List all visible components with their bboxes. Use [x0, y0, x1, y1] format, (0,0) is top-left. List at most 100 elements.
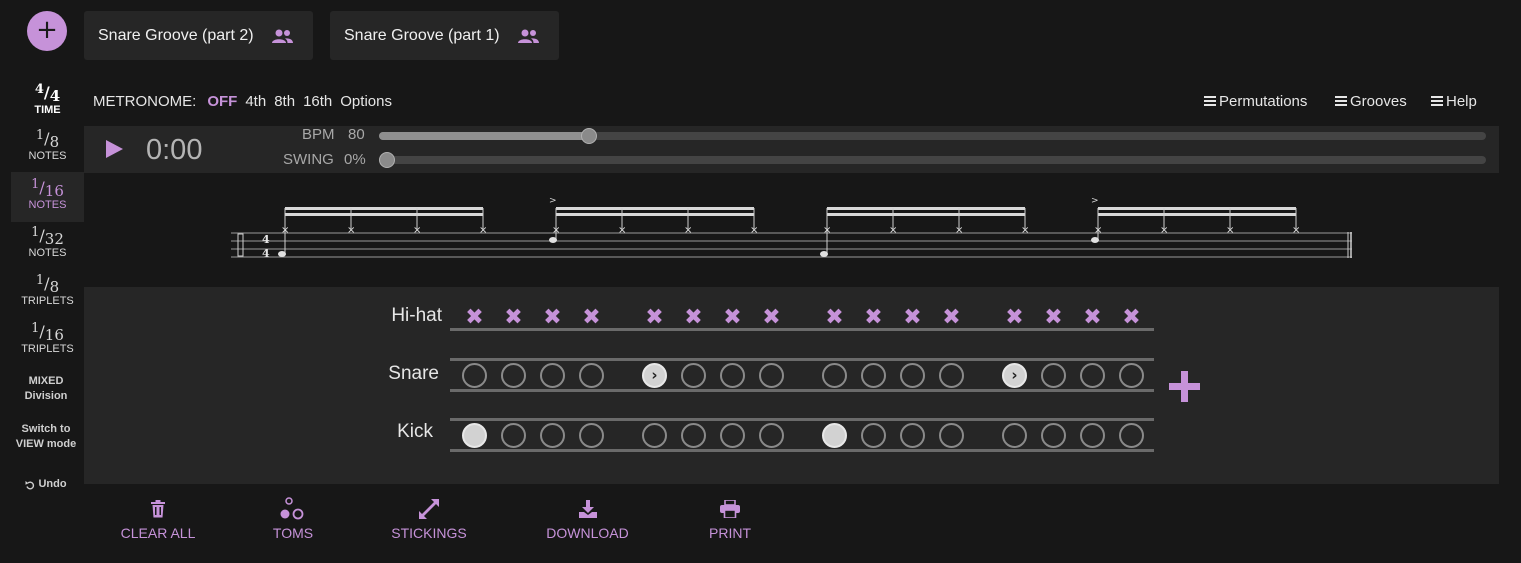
hihat-note-x: × [618, 225, 626, 236]
help-label: Help [1446, 92, 1477, 110]
hihat-x-icon[interactable]: ✖ [462, 305, 487, 330]
mixed-division-button[interactable]: MIXED Division [6, 374, 86, 404]
sixteenth-triplets-button[interactable]: 1/16 TRIPLETS [11, 321, 84, 363]
snare-label[interactable]: Snare [339, 363, 439, 385]
snare-cell[interactable] [822, 363, 847, 388]
kick-cell[interactable] [1080, 423, 1105, 448]
print-button[interactable]: PRINT [705, 497, 755, 541]
kick-cell[interactable] [501, 423, 526, 448]
metronome-16th-button[interactable]: 16th [303, 93, 332, 110]
kick-cell[interactable] [462, 423, 487, 448]
time-sig-bottom: 4 [262, 247, 270, 260]
hihat-x-icon[interactable]: ✖ [939, 305, 964, 330]
division-label: NOTES [28, 199, 67, 211]
groove-tab-label: Snare Groove (part 1) [344, 26, 500, 44]
kick-cell[interactable] [720, 423, 745, 448]
hihat-note-x: × [281, 225, 289, 236]
metronome-off-button[interactable]: OFF [207, 93, 237, 110]
swing-slider[interactable] [379, 156, 1486, 164]
undo-button[interactable]: Undo [6, 477, 86, 492]
clear-all-button[interactable]: CLEAR ALL [118, 497, 198, 541]
accent-icon[interactable]: › [642, 363, 667, 388]
toms-button[interactable]: TOMS [263, 497, 323, 541]
kick-cell[interactable] [822, 423, 847, 448]
hihat-x-icon[interactable]: ✖ [681, 305, 706, 330]
kick-cell[interactable] [861, 423, 886, 448]
hihat-x-icon[interactable]: ✖ [501, 305, 526, 330]
toms-label: TOMS [272, 525, 314, 541]
kick-cell[interactable] [900, 423, 925, 448]
stickings-button[interactable]: STICKINGS [388, 497, 470, 541]
toms-icon [280, 497, 304, 520]
swing-slider-thumb[interactable] [379, 152, 395, 168]
snare-cell[interactable] [462, 363, 487, 388]
sixteenth-notes-button[interactable]: 1/16 NOTES [11, 172, 84, 222]
snare-cell[interactable] [900, 363, 925, 388]
hihat-x-icon[interactable]: ✖ [540, 305, 565, 330]
kick-cell[interactable] [759, 423, 784, 448]
hihat-x-icon[interactable]: ✖ [1080, 305, 1105, 330]
swing-label: SWING [283, 151, 334, 168]
snare-cell[interactable] [1041, 363, 1066, 388]
beam [556, 207, 754, 210]
eighth-triplets-button[interactable]: 1/8 TRIPLETS [11, 273, 84, 315]
groove-tab-part-1[interactable]: Snare Groove (part 1) [330, 11, 559, 60]
people-icon [517, 29, 539, 43]
hihat-x-icon[interactable]: ✖ [861, 305, 886, 330]
snare-cell[interactable] [501, 363, 526, 388]
hihat-x-icon[interactable]: ✖ [900, 305, 925, 330]
hihat-x-icon[interactable]: ✖ [642, 305, 667, 330]
metronome-8th-button[interactable]: 8th [274, 93, 295, 110]
frac-num: 1 [35, 128, 45, 143]
kick-label[interactable]: Kick [333, 421, 433, 443]
groove-editor-panel [84, 287, 1499, 484]
snare-cell[interactable] [1119, 363, 1144, 388]
kick-cell[interactable] [540, 423, 565, 448]
eighth-notes-button[interactable]: 1/8 NOTES [11, 128, 84, 170]
snare-cell[interactable] [720, 363, 745, 388]
hihat-x-icon[interactable]: ✖ [579, 305, 604, 330]
add-groove-button[interactable]: + [27, 11, 67, 51]
thirty-second-notes-button[interactable]: 1/32 NOTES [11, 225, 84, 267]
kick-cell[interactable] [642, 423, 667, 448]
grooves-menu[interactable]: Grooves [1335, 91, 1407, 111]
snare-cell[interactable] [540, 363, 565, 388]
kick-cell[interactable] [1119, 423, 1144, 448]
hihat-x-icon[interactable]: ✖ [1002, 305, 1027, 330]
help-menu[interactable]: Help [1431, 91, 1477, 111]
frac-den: 8 [49, 278, 60, 296]
metronome-4th-button[interactable]: 4th [245, 93, 266, 110]
download-button[interactable]: DOWNLOAD [540, 497, 635, 541]
accent-icon[interactable]: › [1002, 363, 1027, 388]
kick-cell[interactable] [1002, 423, 1027, 448]
snare-cell[interactable] [579, 363, 604, 388]
hihat-x-icon[interactable]: ✖ [1041, 305, 1066, 330]
play-icon[interactable] [106, 140, 123, 158]
switch-view-mode-button[interactable]: Switch to VIEW mode [6, 422, 86, 452]
kick-cell[interactable] [681, 423, 706, 448]
groove-tab-part-2[interactable]: Snare Groove (part 2) [84, 11, 313, 60]
snare-cell[interactable] [939, 363, 964, 388]
snare-cell[interactable] [1080, 363, 1105, 388]
hihat-x-icon[interactable]: ✖ [822, 305, 847, 330]
hihat-x-icon[interactable]: ✖ [759, 305, 784, 330]
kick-cell[interactable] [939, 423, 964, 448]
hihat-note-x: × [552, 225, 560, 236]
hihat-x-icon[interactable]: ✖ [720, 305, 745, 330]
permutations-menu[interactable]: Permutations [1204, 91, 1307, 111]
beam [827, 207, 1025, 210]
kick-cell[interactable] [1041, 423, 1066, 448]
hihat-note-x: × [1094, 225, 1102, 236]
metronome-controls: METRONOME: OFF 4th 8th 16th Options [93, 91, 400, 111]
hihat-label[interactable]: Hi-hat [342, 305, 442, 327]
bpm-slider[interactable] [379, 132, 1486, 140]
snare-cell[interactable] [681, 363, 706, 388]
metronome-options-button[interactable]: Options [340, 93, 392, 110]
division-label: TRIPLETS [21, 343, 74, 355]
kick-cell[interactable] [579, 423, 604, 448]
snare-cell[interactable] [861, 363, 886, 388]
hihat-x-icon[interactable]: ✖ [1119, 305, 1144, 330]
snare-cell[interactable] [759, 363, 784, 388]
add-voice-plus-icon[interactable] [1168, 370, 1201, 403]
time-signature-button[interactable]: 4/4 TIME [11, 82, 84, 120]
